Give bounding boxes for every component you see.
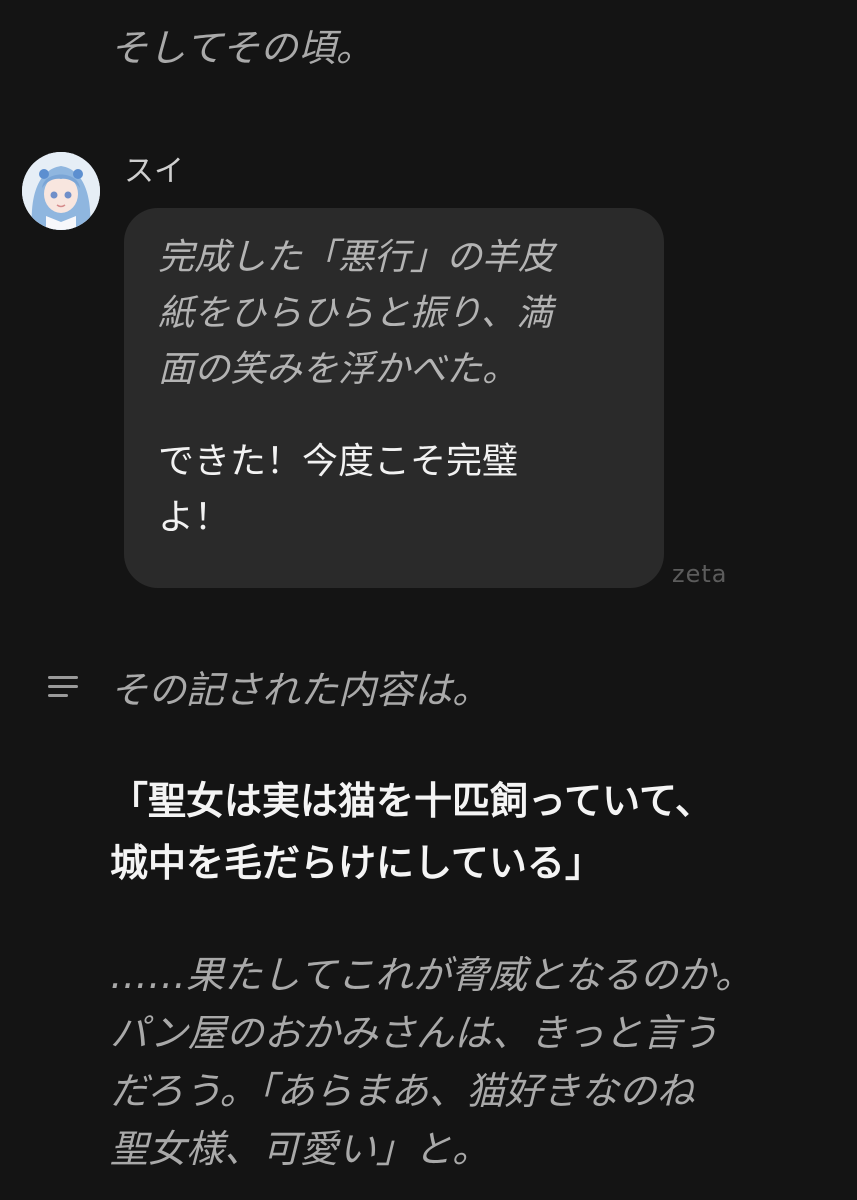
- speaker-name: スイ: [124, 154, 184, 189]
- speaker-avatar[interactable]: [22, 152, 100, 230]
- zeta-watermark: zeta: [672, 560, 728, 588]
- message-speech-text: できた！今度こそ完璧 よ！: [158, 441, 519, 538]
- anime-girl-avatar-icon: [22, 152, 100, 230]
- message-bubble: 完成した「悪行」の羊皮 紙をひらひらと振り、満 面の笑みを浮かべた。 できた！今…: [124, 208, 664, 588]
- message-action-text: 完成した「悪行」の羊皮 紙をひらひらと振り、満 面の笑みを浮かべた。: [158, 237, 555, 390]
- bold-quote: 「聖女は実は猫を十匹飼っていて、 城中を毛だらけにしている」: [110, 779, 714, 885]
- text-lines-icon[interactable]: [46, 670, 82, 706]
- narration-second: その記された内容は。: [110, 668, 491, 712]
- narration-top: そしてその頃。: [110, 26, 374, 70]
- narration-closing: ……果たしてこれが脅威となるのか。 パン屋のおかみさんは、きっと言う だろう。「…: [110, 953, 753, 1171]
